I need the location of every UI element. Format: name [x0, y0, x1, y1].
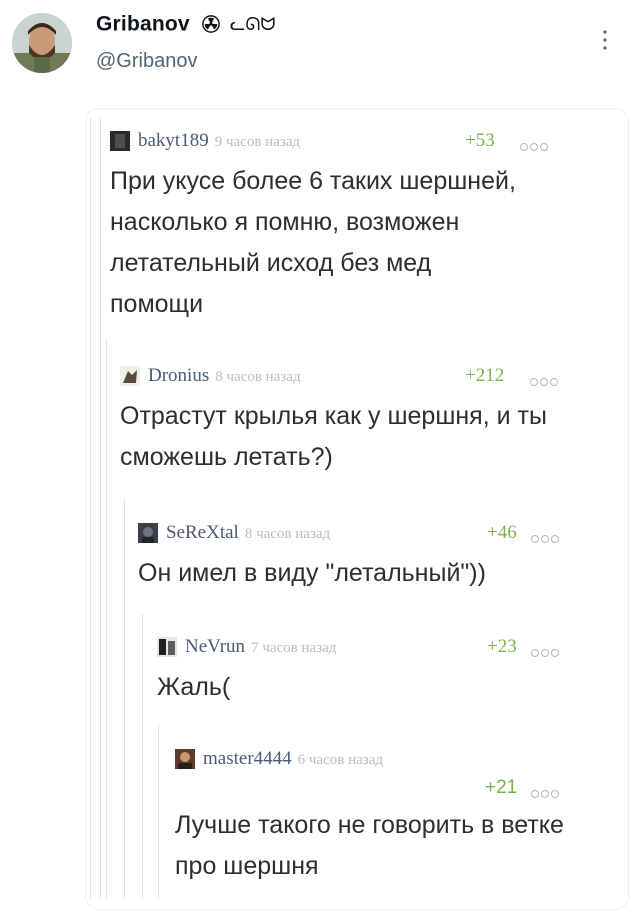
comment-username[interactable]: Dronius 8 часов назад: [148, 365, 301, 387]
comment-time: 7 часов назад: [251, 640, 337, 656]
comment-username[interactable]: SeReXtal 8 часов назад: [166, 522, 330, 544]
user-avatar[interactable]: [138, 523, 158, 543]
author-name-suffix: ᓚᘏᗢ: [229, 13, 276, 35]
comment-username[interactable]: bakyt189 9 часов назад: [138, 130, 300, 152]
comment-username[interactable]: master4444 6 часов назад: [203, 748, 383, 770]
comment-text: Жаль(: [157, 673, 231, 701]
comment-time: 9 часов назад: [214, 134, 301, 150]
comment-2: Dronius 8 часов назад +212 Отрастут крыль…: [120, 364, 628, 478]
author-name-line[interactable]: Gribanov ᓚᘏᗢ: [96, 12, 276, 36]
comment-score-row: +21: [175, 773, 628, 801]
more-dots-icon[interactable]: [531, 530, 561, 543]
more-dots-icon[interactable]: [531, 644, 561, 657]
more-dots-icon[interactable]: [520, 138, 550, 151]
radiation-icon: [202, 15, 220, 34]
comment-time: 8 часов назад: [215, 369, 301, 385]
thread-line: [124, 499, 125, 899]
comment-score: +21: [485, 777, 518, 798]
thread-line: [106, 339, 107, 899]
user-avatar[interactable]: [120, 366, 140, 386]
comment-3: SeReXtal 8 часов назад +46 Он имел в виду…: [138, 521, 628, 594]
thread-line: [90, 117, 91, 899]
comment-4: NeVrun 7 часов назад +23 Жаль(: [157, 635, 628, 708]
author-avatar[interactable]: [12, 13, 72, 73]
comment-meta: Dronius 8 часов назад +212: [120, 364, 628, 390]
author-name[interactable]: Gribanov: [96, 12, 190, 35]
comment-score: +212: [465, 365, 505, 386]
comment-1: bakyt189 9 часов назад +53 При укусе боле…: [110, 129, 628, 325]
comment-time: 6 часов назад: [297, 752, 383, 768]
thread-line: [142, 614, 143, 899]
screenshot-card: bakyt189 9 часов назад +53 При укусе боле…: [85, 108, 629, 910]
comment-score: +46: [487, 522, 517, 543]
comment-meta: bakyt189 9 часов назад +53: [110, 129, 628, 155]
comment-meta: master4444 6 часов назад: [175, 747, 628, 773]
comment-text: Отрастут крылья как у шершня, и ты сможе…: [120, 402, 547, 471]
user-avatar[interactable]: [175, 749, 195, 769]
comment-text: Он имел в виду "летальный")): [138, 559, 486, 587]
user-avatar[interactable]: [157, 637, 177, 657]
user-avatar[interactable]: [110, 131, 130, 151]
comment-5: master4444 6 часов назад +21 Лучше такого…: [175, 747, 628, 887]
comment-text: При укусе более 6 таких шершней, насколь…: [110, 167, 516, 318]
tweet-header: Gribanov ᓚᘏᗢ @Gribanov: [0, 0, 640, 96]
comment-time: 8 часов назад: [244, 526, 331, 542]
comment-text: Лучше такого не говорить в ветке про шер…: [175, 811, 564, 880]
comment-username[interactable]: NeVrun 7 часов назад: [185, 636, 336, 658]
comment-score: +23: [487, 636, 517, 657]
more-dots-icon[interactable]: [531, 785, 561, 798]
more-options-icon[interactable]: [598, 26, 612, 54]
comment-meta: SeReXtal 8 часов назад +46: [138, 521, 628, 547]
thread-line: [158, 724, 159, 899]
more-dots-icon[interactable]: [530, 373, 560, 386]
thread-line: [100, 117, 101, 899]
comment-meta: NeVrun 7 часов назад +23: [157, 635, 628, 661]
author-handle[interactable]: @Gribanov: [96, 50, 197, 73]
comment-score: +53: [465, 130, 495, 151]
